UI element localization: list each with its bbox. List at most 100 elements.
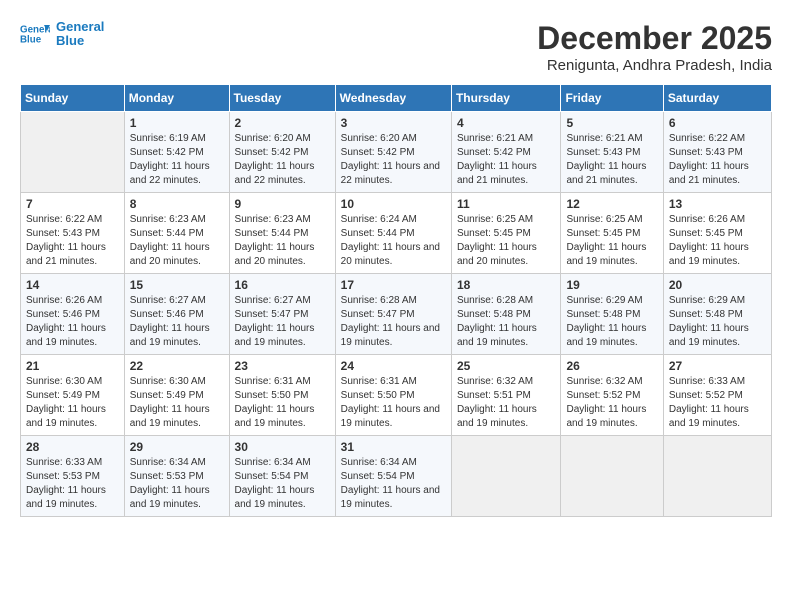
daylight: Daylight: 11 hours and 19 minutes. [566,241,657,269]
sunset: Sunset: 5:53 PM [26,470,119,484]
header-monday: Monday [124,85,229,112]
calendar-cell: 26 Sunrise: 6:32 AM Sunset: 5:52 PM Dayl… [561,355,663,436]
day-number: 31 [341,440,446,454]
day-info: Sunrise: 6:32 AM Sunset: 5:51 PM Dayligh… [457,375,556,431]
day-number: 5 [566,116,657,130]
day-info: Sunrise: 6:28 AM Sunset: 5:48 PM Dayligh… [457,294,556,350]
day-number: 1 [130,116,224,130]
daylight: Daylight: 11 hours and 21 minutes. [457,160,556,188]
calendar-cell: 22 Sunrise: 6:30 AM Sunset: 5:49 PM Dayl… [124,355,229,436]
daylight: Daylight: 11 hours and 19 minutes. [130,322,224,350]
day-info: Sunrise: 6:33 AM Sunset: 5:52 PM Dayligh… [669,375,766,431]
daylight: Daylight: 11 hours and 19 minutes. [669,403,766,431]
sunrise: Sunrise: 6:28 AM [341,294,446,308]
daylight: Daylight: 11 hours and 19 minutes. [341,484,446,512]
sunset: Sunset: 5:45 PM [669,227,766,241]
calendar-cell: 3 Sunrise: 6:20 AM Sunset: 5:42 PM Dayli… [335,112,451,193]
calendar-week-4: 21 Sunrise: 6:30 AM Sunset: 5:49 PM Dayl… [21,355,772,436]
sunrise: Sunrise: 6:22 AM [26,213,119,227]
calendar-cell: 18 Sunrise: 6:28 AM Sunset: 5:48 PM Dayl… [451,274,561,355]
calendar-cell: 31 Sunrise: 6:34 AM Sunset: 5:54 PM Dayl… [335,436,451,517]
sunrise: Sunrise: 6:25 AM [457,213,556,227]
sunrise: Sunrise: 6:33 AM [26,456,119,470]
sunrise: Sunrise: 6:34 AM [341,456,446,470]
sunset: Sunset: 5:52 PM [669,389,766,403]
day-info: Sunrise: 6:21 AM Sunset: 5:42 PM Dayligh… [457,132,556,188]
day-number: 27 [669,359,766,373]
calendar-cell: 25 Sunrise: 6:32 AM Sunset: 5:51 PM Dayl… [451,355,561,436]
day-info: Sunrise: 6:28 AM Sunset: 5:47 PM Dayligh… [341,294,446,350]
sunrise: Sunrise: 6:21 AM [566,132,657,146]
day-number: 25 [457,359,556,373]
header-saturday: Saturday [663,85,771,112]
day-info: Sunrise: 6:29 AM Sunset: 5:48 PM Dayligh… [669,294,766,350]
day-info: Sunrise: 6:25 AM Sunset: 5:45 PM Dayligh… [457,213,556,269]
daylight: Daylight: 11 hours and 22 minutes. [130,160,224,188]
sunset: Sunset: 5:44 PM [235,227,330,241]
logo-text: General [56,20,104,34]
day-info: Sunrise: 6:21 AM Sunset: 5:43 PM Dayligh… [566,132,657,188]
day-number: 18 [457,278,556,292]
sunset: Sunset: 5:48 PM [566,308,657,322]
day-number: 29 [130,440,224,454]
sunset: Sunset: 5:54 PM [235,470,330,484]
day-number: 7 [26,197,119,211]
calendar-cell: 6 Sunrise: 6:22 AM Sunset: 5:43 PM Dayli… [663,112,771,193]
day-number: 9 [235,197,330,211]
sunset: Sunset: 5:54 PM [341,470,446,484]
day-info: Sunrise: 6:33 AM Sunset: 5:53 PM Dayligh… [26,456,119,512]
header-tuesday: Tuesday [229,85,335,112]
sunrise: Sunrise: 6:22 AM [669,132,766,146]
sunrise: Sunrise: 6:32 AM [566,375,657,389]
day-info: Sunrise: 6:22 AM Sunset: 5:43 PM Dayligh… [26,213,119,269]
day-info: Sunrise: 6:34 AM Sunset: 5:54 PM Dayligh… [235,456,330,512]
header-friday: Friday [561,85,663,112]
day-number: 19 [566,278,657,292]
day-info: Sunrise: 6:25 AM Sunset: 5:45 PM Dayligh… [566,213,657,269]
daylight: Daylight: 11 hours and 19 minutes. [669,322,766,350]
sunrise: Sunrise: 6:26 AM [669,213,766,227]
daylight: Daylight: 11 hours and 21 minutes. [26,241,119,269]
month-title: December 2025 [537,20,772,57]
daylight: Daylight: 11 hours and 19 minutes. [26,403,119,431]
day-number: 20 [669,278,766,292]
daylight: Daylight: 11 hours and 19 minutes. [341,403,446,431]
daylight: Daylight: 11 hours and 19 minutes. [457,403,556,431]
sunset: Sunset: 5:48 PM [669,308,766,322]
day-number: 24 [341,359,446,373]
sunset: Sunset: 5:43 PM [669,146,766,160]
sunrise: Sunrise: 6:24 AM [341,213,446,227]
logo-icon: General Blue [20,22,50,46]
calendar-cell: 21 Sunrise: 6:30 AM Sunset: 5:49 PM Dayl… [21,355,125,436]
daylight: Daylight: 11 hours and 21 minutes. [669,160,766,188]
sunrise: Sunrise: 6:20 AM [341,132,446,146]
sunrise: Sunrise: 6:31 AM [235,375,330,389]
daylight: Daylight: 11 hours and 19 minutes. [566,322,657,350]
sunset: Sunset: 5:49 PM [130,389,224,403]
day-info: Sunrise: 6:30 AM Sunset: 5:49 PM Dayligh… [26,375,119,431]
day-number: 26 [566,359,657,373]
daylight: Daylight: 11 hours and 22 minutes. [235,160,330,188]
day-number: 2 [235,116,330,130]
calendar-cell: 10 Sunrise: 6:24 AM Sunset: 5:44 PM Dayl… [335,193,451,274]
daylight: Daylight: 11 hours and 20 minutes. [235,241,330,269]
calendar-cell: 5 Sunrise: 6:21 AM Sunset: 5:43 PM Dayli… [561,112,663,193]
daylight: Daylight: 11 hours and 19 minutes. [235,484,330,512]
sunrise: Sunrise: 6:33 AM [669,375,766,389]
sunset: Sunset: 5:42 PM [457,146,556,160]
header-sunday: Sunday [21,85,125,112]
sunset: Sunset: 5:42 PM [341,146,446,160]
day-number: 12 [566,197,657,211]
day-info: Sunrise: 6:34 AM Sunset: 5:53 PM Dayligh… [130,456,224,512]
day-number: 6 [669,116,766,130]
calendar-week-1: 1 Sunrise: 6:19 AM Sunset: 5:42 PM Dayli… [21,112,772,193]
daylight: Daylight: 11 hours and 19 minutes. [341,322,446,350]
sunset: Sunset: 5:50 PM [341,389,446,403]
day-number: 11 [457,197,556,211]
calendar-cell: 14 Sunrise: 6:26 AM Sunset: 5:46 PM Dayl… [21,274,125,355]
day-number: 14 [26,278,119,292]
sunset: Sunset: 5:53 PM [130,470,224,484]
day-info: Sunrise: 6:20 AM Sunset: 5:42 PM Dayligh… [341,132,446,188]
day-info: Sunrise: 6:30 AM Sunset: 5:49 PM Dayligh… [130,375,224,431]
daylight: Daylight: 11 hours and 19 minutes. [669,241,766,269]
